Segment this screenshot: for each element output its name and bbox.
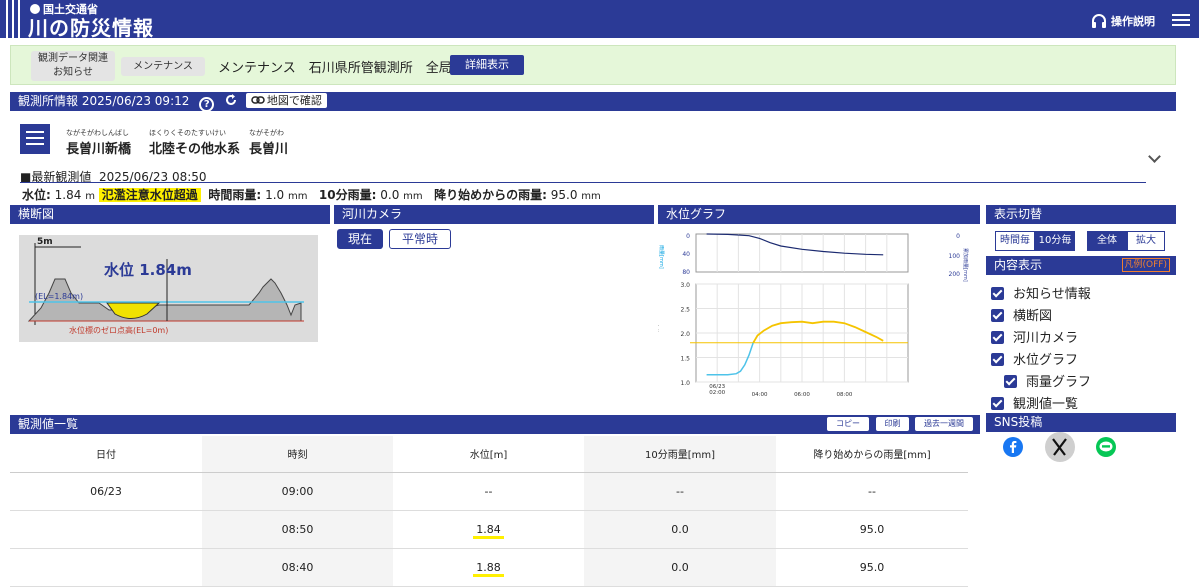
notice-text: メンテナンス 石川県所管観測所 全局	[218, 61, 452, 76]
notice-bar: 観測データ関連 お知らせ メンテナンス メンテナンス 石川県所管観測所 全局 詳細…	[10, 45, 1176, 85]
checkbox-rain-graph[interactable]: 雨量グラフ	[1004, 371, 1091, 390]
observation-table: 日付 時刻 水位[m] 10分雨量[mm] 降り始めからの雨量[mm] 06/2…	[10, 436, 968, 587]
y-tick-label: 1.5	[680, 356, 690, 363]
notice-tag-maintenance: メンテナンス	[121, 57, 205, 76]
el-label: (EL=1.84m)	[35, 292, 83, 301]
checkbox-water-graph[interactable]: 水位グラフ	[991, 349, 1078, 368]
detail-button[interactable]: 詳細表示	[450, 55, 524, 75]
table-row: 08:50 1.84 0.0 95.0	[10, 510, 968, 549]
toggle-zoom[interactable]: 拡大	[1127, 231, 1165, 251]
checkbox-icon[interactable]	[991, 309, 1004, 322]
checkbox-icon[interactable]	[991, 331, 1004, 344]
water-system-name: ほくりくそのたすいけい 北陸その他水系	[149, 129, 241, 157]
logo-bars-icon	[6, 0, 20, 38]
x-tick-label: 02:00	[709, 390, 725, 396]
copy-button[interactable]: コピー	[827, 417, 869, 431]
notice-tag-observation: 観測データ関連 お知らせ	[31, 51, 115, 81]
checkbox-notice[interactable]: お知らせ情報	[991, 283, 1091, 302]
scale-label: 5m	[37, 237, 53, 247]
checkbox-icon[interactable]	[1004, 375, 1017, 388]
table-row: 06/23 09:00 -- -- --	[10, 472, 968, 511]
display-toggle-title: 表示切替	[986, 205, 1176, 224]
toggle-all[interactable]: 全体	[1087, 231, 1127, 251]
link-icon	[251, 96, 265, 104]
app-header: 国土交通省 川の防災情報 操作説明	[0, 0, 1199, 41]
table-header-row: 日付 時刻 水位[m] 10分雨量[mm] 降り始めからの雨量[mm]	[10, 436, 968, 473]
cum-rain-axis-label: 累加雨量[mm]	[962, 248, 969, 282]
rain-tick-label: 40	[682, 251, 690, 258]
x-twitter-icon[interactable]	[1045, 432, 1075, 462]
col-time: 時刻	[202, 436, 393, 473]
zero-point-label: 水位標のゼロ点高(EL=0m)	[69, 325, 168, 335]
cross-section-title: 横断図	[10, 205, 330, 224]
toggle-hourly[interactable]: 時間毎	[995, 231, 1035, 251]
line-icon[interactable]	[1096, 437, 1116, 457]
col-total-rain: 降り始めからの雨量[mm]	[776, 436, 968, 473]
rain-tick-label: 80	[682, 269, 690, 276]
map-confirm-button[interactable]: 地図で確認	[245, 93, 327, 108]
toggle-10min[interactable]: 10分毎	[1035, 231, 1075, 251]
water-level-station-icon	[20, 124, 50, 154]
cum-rain-tick-label: 100	[949, 253, 961, 260]
legend-button[interactable]: 凡例(OFF)	[1121, 258, 1170, 272]
hamburger-menu-icon[interactable]	[1172, 14, 1190, 26]
checkbox-icon[interactable]	[991, 353, 1004, 366]
checkbox-camera[interactable]: 河川カメラ	[991, 327, 1078, 346]
water-graph-svg: 3.0 2.5 2.0 1.5 1.0 0 40 80 0 100 200 雨量[mm] 累加雨量[mm…	[652, 233, 969, 398]
checkbox-icon[interactable]	[991, 397, 1004, 410]
help-question-icon[interactable]: ?	[199, 97, 215, 112]
rain-axis-label: 雨量[mm]	[658, 245, 665, 269]
col-date: 日付	[10, 436, 202, 473]
station-info-title: 観測所情報 2025/06/23 09:12	[18, 94, 190, 108]
station-info-bar: 観測所情報 2025/06/23 09:12 ? 地図で確認	[10, 92, 1176, 112]
y-tick-label: 3.0	[680, 282, 690, 289]
flood-warning-badge: 氾濫注意水位超過	[98, 188, 201, 202]
station-name: ながそがわしんばし 長曽川新橋	[66, 129, 132, 157]
checkbox-icon[interactable]	[991, 287, 1004, 300]
site-title[interactable]: 川の防災情報	[28, 12, 154, 41]
help-button[interactable]: 操作説明	[1091, 13, 1155, 29]
print-button[interactable]: 印刷	[876, 417, 909, 431]
camera-tab-normal[interactable]: 平常時	[389, 229, 451, 249]
table-row: 08:40 1.88 0.0 95.0	[10, 548, 968, 587]
latest-values: 水位: 1.84 m 氾濫注意水位超過 時間雨量: 1.0 mm 10分雨量: …	[22, 188, 601, 202]
past-week-button[interactable]: 過去一週間	[915, 417, 973, 431]
river-name: ながそがわ 長曽川	[249, 129, 289, 157]
content-display-title: 内容表示 凡例(OFF)	[986, 256, 1176, 275]
highlighted-level: 1.84	[473, 522, 504, 539]
sns-title: SNS投稿	[986, 413, 1176, 432]
water-level-text: 水位 1.84m	[104, 261, 192, 279]
cross-section-diagram: 5m 水位 1.84m (EL=1.84m) 水位標のゼロ点高(EL=0m)	[19, 235, 318, 342]
highlighted-level: 1.88	[473, 560, 504, 577]
cum-rain-tick-label: 0	[956, 233, 960, 240]
cum-rain-tick-label: 200	[949, 271, 961, 278]
level-axis-label: 水位[m]	[658, 323, 659, 342]
checkbox-obs-list[interactable]: 観測値一覧	[991, 393, 1078, 412]
chevron-down-icon[interactable]	[1148, 150, 1161, 163]
checkbox-cross-section[interactable]: 横断図	[991, 305, 1052, 324]
facebook-icon[interactable]	[1003, 437, 1023, 457]
refresh-icon[interactable]	[224, 93, 238, 107]
y-tick-label: 2.5	[680, 307, 690, 314]
water-graph-title: 水位グラフ	[658, 205, 980, 224]
divider	[20, 182, 1146, 183]
cross-section-svg: 5m 水位 1.84m (EL=1.84m) 水位標のゼロ点高(EL=0m)	[27, 237, 304, 335]
y-tick-label: 2.0	[680, 331, 690, 338]
col-10min-rain: 10分雨量[mm]	[584, 436, 776, 473]
rain-tick-label: 0	[686, 233, 690, 240]
camera-tab-now[interactable]: 現在	[337, 229, 383, 249]
water-level-graph: 3.0 2.5 2.0 1.5 1.0 0 40 80 0 100 200 雨量[mm] 累加雨量[mm…	[652, 224, 978, 404]
y-tick-label: 1.0	[680, 380, 690, 387]
x-tick-label: 06:00	[794, 392, 810, 398]
camera-title: 河川カメラ	[334, 205, 654, 224]
x-tick-label: 08:00	[836, 392, 852, 398]
headphones-icon	[1092, 14, 1106, 28]
col-water-level: 水位[m]	[393, 436, 584, 473]
x-tick-label: 04:00	[752, 392, 768, 398]
